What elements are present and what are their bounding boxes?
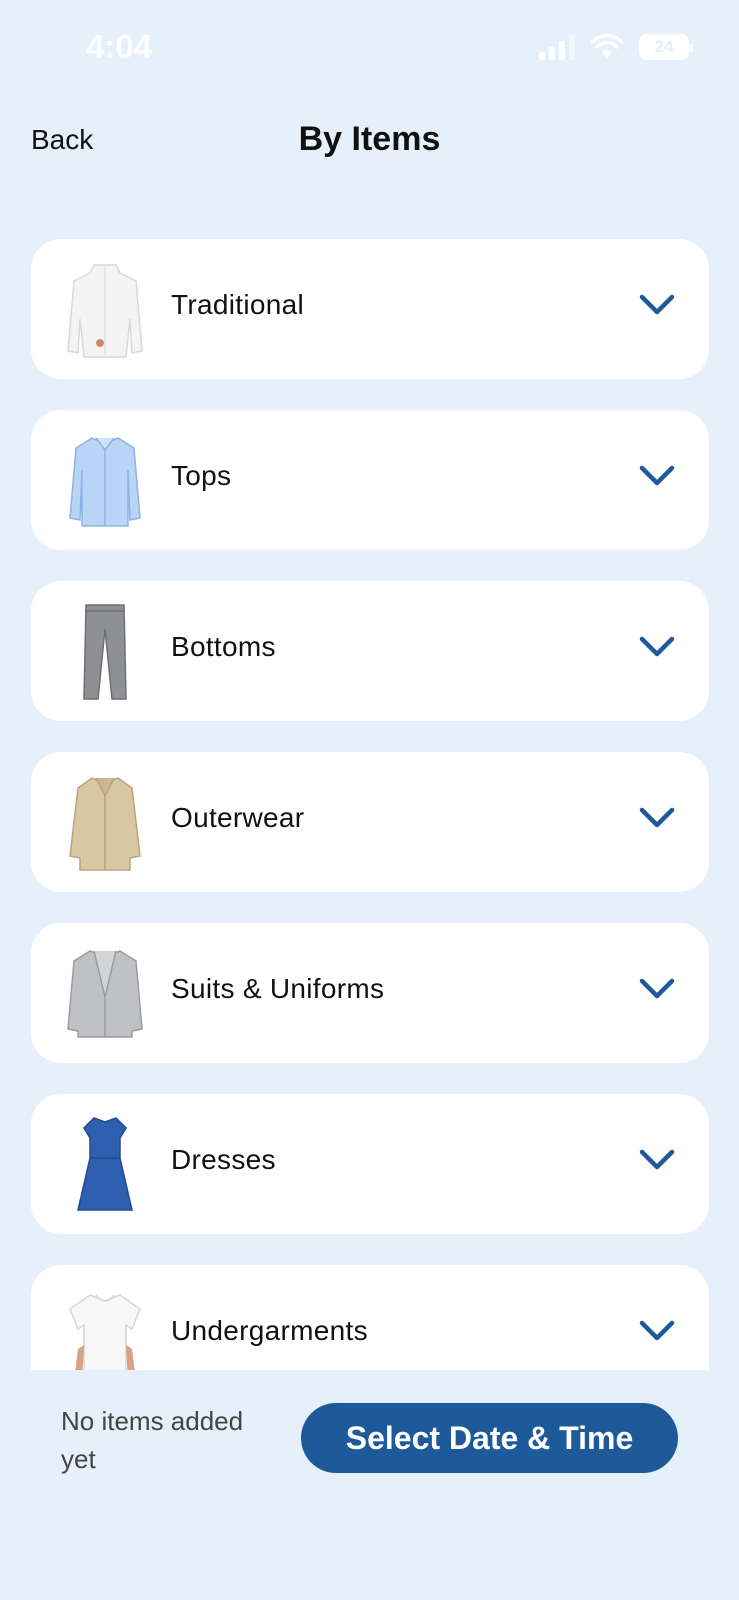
category-label: Outerwear <box>171 802 305 833</box>
trousers-icon <box>55 601 155 701</box>
dress-icon <box>55 1114 155 1214</box>
back-button[interactable]: Back <box>31 124 93 156</box>
category-card-undergarments[interactable]: Undergarments <box>31 1265 709 1370</box>
category-label: Bottoms <box>171 631 276 662</box>
signal-icon <box>539 34 575 60</box>
category-list[interactable]: Traditional Tops Bottoms Outerwear Suits… <box>0 230 739 1370</box>
chevron-down-icon[interactable] <box>639 1319 675 1343</box>
category-card-dresses[interactable]: Dresses <box>31 1094 709 1234</box>
battery-icon: 24 <box>639 34 693 60</box>
category-card-outerwear[interactable]: Outerwear <box>31 752 709 892</box>
select-date-time-button[interactable]: Select Date & Time <box>301 1403 678 1473</box>
cart-empty-text: No items added yet <box>61 1406 244 1474</box>
shirt-icon <box>55 430 155 530</box>
category-label: Suits & Uniforms <box>171 973 385 1004</box>
chevron-down-icon[interactable] <box>639 293 675 317</box>
status-time: 4:04 <box>86 28 153 65</box>
status-bar: 4:04 24 <box>0 0 739 100</box>
chevron-down-icon[interactable] <box>639 464 675 488</box>
traditional-robe-icon <box>55 259 155 359</box>
coat-icon <box>55 772 155 872</box>
category-label: Undergarments <box>171 1315 368 1346</box>
status-icons: 24 <box>539 34 693 60</box>
category-card-suits-uniforms[interactable]: Suits & Uniforms <box>31 923 709 1063</box>
nav-header: Back By Items <box>0 110 739 180</box>
category-label: Dresses <box>171 1144 276 1175</box>
category-card-bottoms[interactable]: Bottoms <box>31 581 709 721</box>
wifi-icon <box>591 34 623 58</box>
battery-level: 24 <box>654 37 674 56</box>
category-card-traditional[interactable]: Traditional <box>31 239 709 379</box>
bottom-action-bar: No items added yet Select Date & Time <box>0 1370 739 1600</box>
category-label: Tops <box>171 460 232 491</box>
chevron-down-icon[interactable] <box>639 806 675 830</box>
category-card-tops[interactable]: Tops <box>31 410 709 550</box>
category-label: Traditional <box>171 289 304 320</box>
chevron-down-icon[interactable] <box>639 977 675 1001</box>
chevron-down-icon[interactable] <box>639 1148 675 1172</box>
chevron-down-icon[interactable] <box>639 635 675 659</box>
tshirt-icon <box>55 1285 155 1370</box>
suit-jacket-icon <box>55 943 155 1043</box>
page-title: By Items <box>298 120 441 158</box>
